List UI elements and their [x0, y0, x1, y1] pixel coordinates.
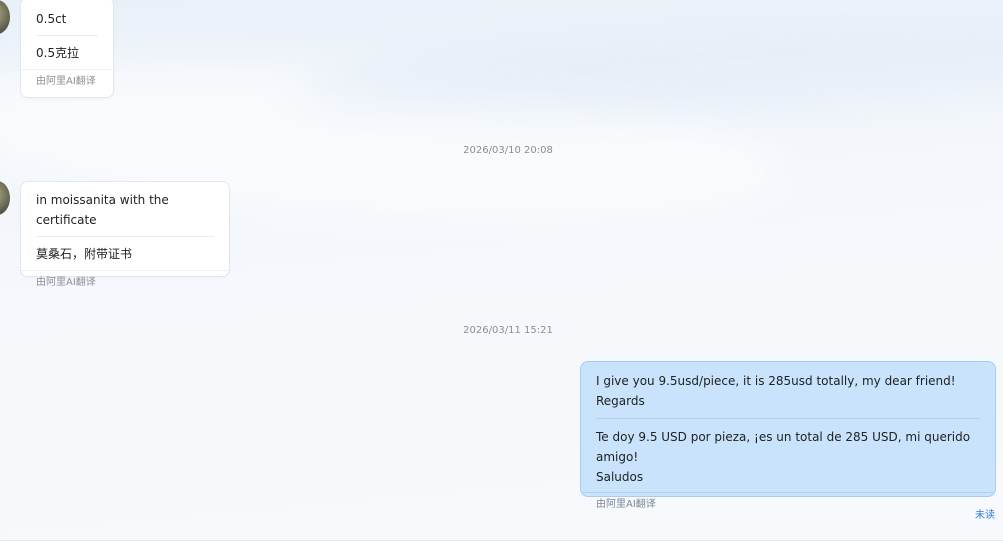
outgoing-message-bubble[interactable]: I give you 9.5usd/piece, it is 285usd to… [580, 361, 996, 510]
message-original-text: I give you 9.5usd/piece, it is 285usd to… [596, 374, 956, 408]
message-timestamp: 2026/03/10 20:08 [463, 145, 553, 156]
translation-source-label: 由阿里AI翻译 [21, 69, 113, 94]
message-translated-text: 0.5克拉 [36, 46, 80, 60]
read-status-label: 未读 [975, 510, 995, 521]
incoming-message-bubble[interactable]: in moissanita with the certificate 莫桑石，附… [20, 181, 230, 288]
message-input-toolbar[interactable] [0, 540, 1003, 553]
contact-avatar[interactable] [0, 0, 10, 34]
message-translated-text: 莫桑石，附带证书 [36, 247, 133, 261]
translation-source-label: 由阿里AI翻译 [21, 270, 229, 295]
incoming-message-bubble[interactable]: 0.5ct 0.5克拉 由阿里AI翻译 [20, 0, 114, 98]
message-original-text: 0.5ct [36, 12, 67, 26]
message-translated-text: Te doy 9.5 USD por pieza, ¡es un total d… [596, 430, 971, 484]
chat-history-panel[interactable]: 0.5ct 0.5克拉 由阿里AI翻译 2026/03/10 20:08 in … [0, 0, 1003, 553]
translation-source-label: 由阿里AI翻译 [581, 492, 995, 517]
message-timestamp: 2026/03/11 15:21 [463, 325, 553, 336]
contact-avatar[interactable] [0, 181, 10, 215]
message-original-text: in moissanita with the certificate [36, 193, 169, 227]
